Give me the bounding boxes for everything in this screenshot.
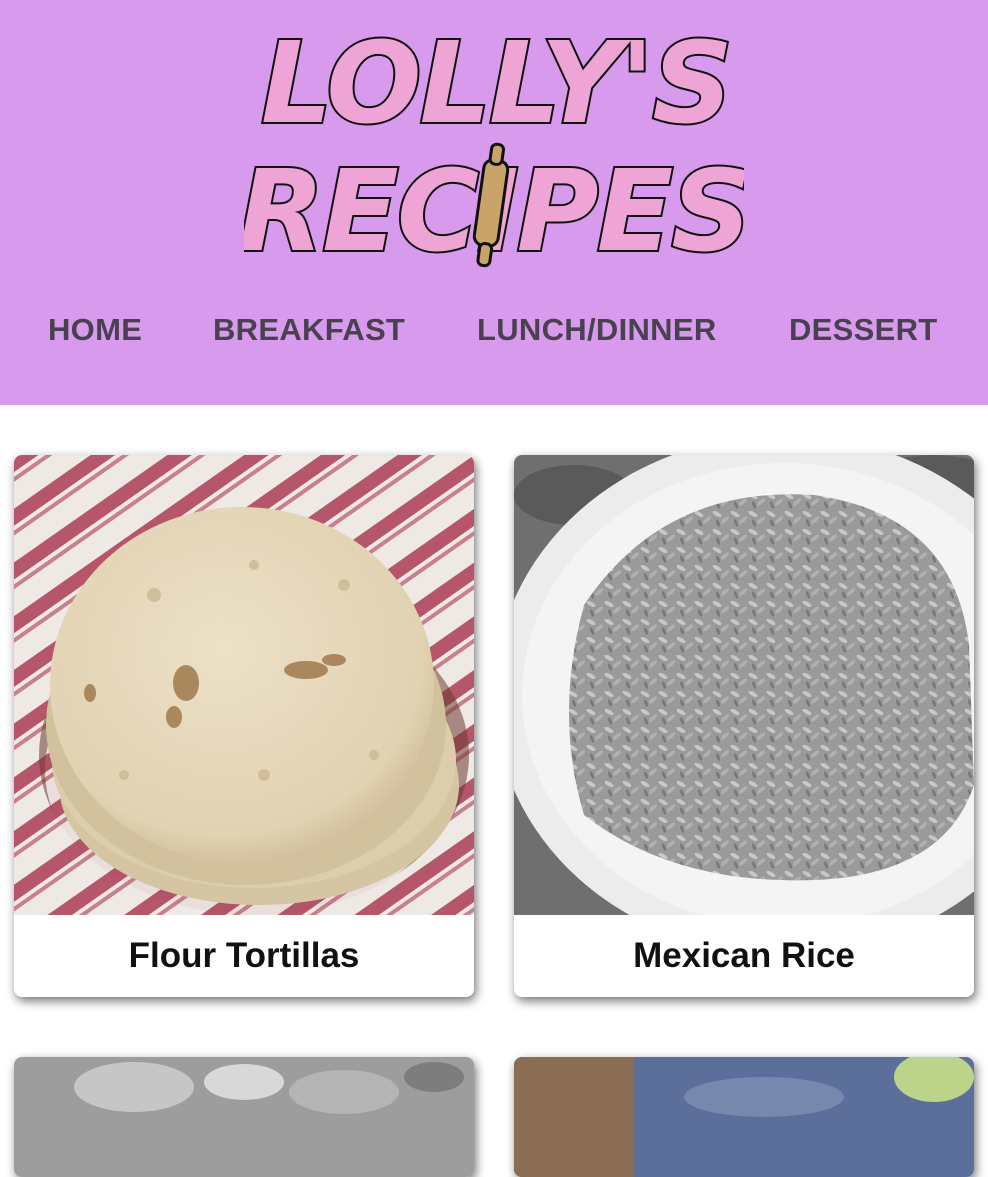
main-nav: HOME BREAKFAST LUNCH/DINNER DESSERT bbox=[0, 312, 988, 362]
recipe-title: Flour Tortillas bbox=[128, 936, 360, 975]
recipe-title: Mexican Rice bbox=[633, 936, 855, 975]
mexican-rice-image bbox=[514, 455, 974, 915]
nav-home[interactable]: HOME bbox=[48, 312, 142, 348]
logo-graphic: LOLLY'S RECIPES bbox=[244, 17, 744, 274]
recipe-card-mexican-rice[interactable]: Mexican Rice bbox=[514, 455, 974, 997]
recipe-card-4[interactable] bbox=[514, 1057, 974, 1177]
site-logo[interactable]: LOLLY'S RECIPES bbox=[244, 4, 744, 274]
nav-breakfast[interactable]: BREAKFAST bbox=[213, 312, 405, 348]
nav-lunch-dinner[interactable]: LUNCH/DINNER bbox=[477, 312, 717, 348]
site-header: LOLLY'S RECIPES HOME BREAKFAST LUNCH/DIN… bbox=[0, 0, 988, 405]
recipe-3-image bbox=[14, 1057, 474, 1177]
flour-tortillas-image bbox=[14, 455, 474, 915]
recipe-card-flour-tortillas[interactable]: Flour Tortillas bbox=[14, 455, 474, 997]
recipe-4-image bbox=[514, 1057, 974, 1177]
logo-line-1: LOLLY'S bbox=[261, 19, 731, 149]
recipe-card-3[interactable] bbox=[14, 1057, 474, 1177]
nav-dessert[interactable]: DESSERT bbox=[789, 312, 938, 348]
